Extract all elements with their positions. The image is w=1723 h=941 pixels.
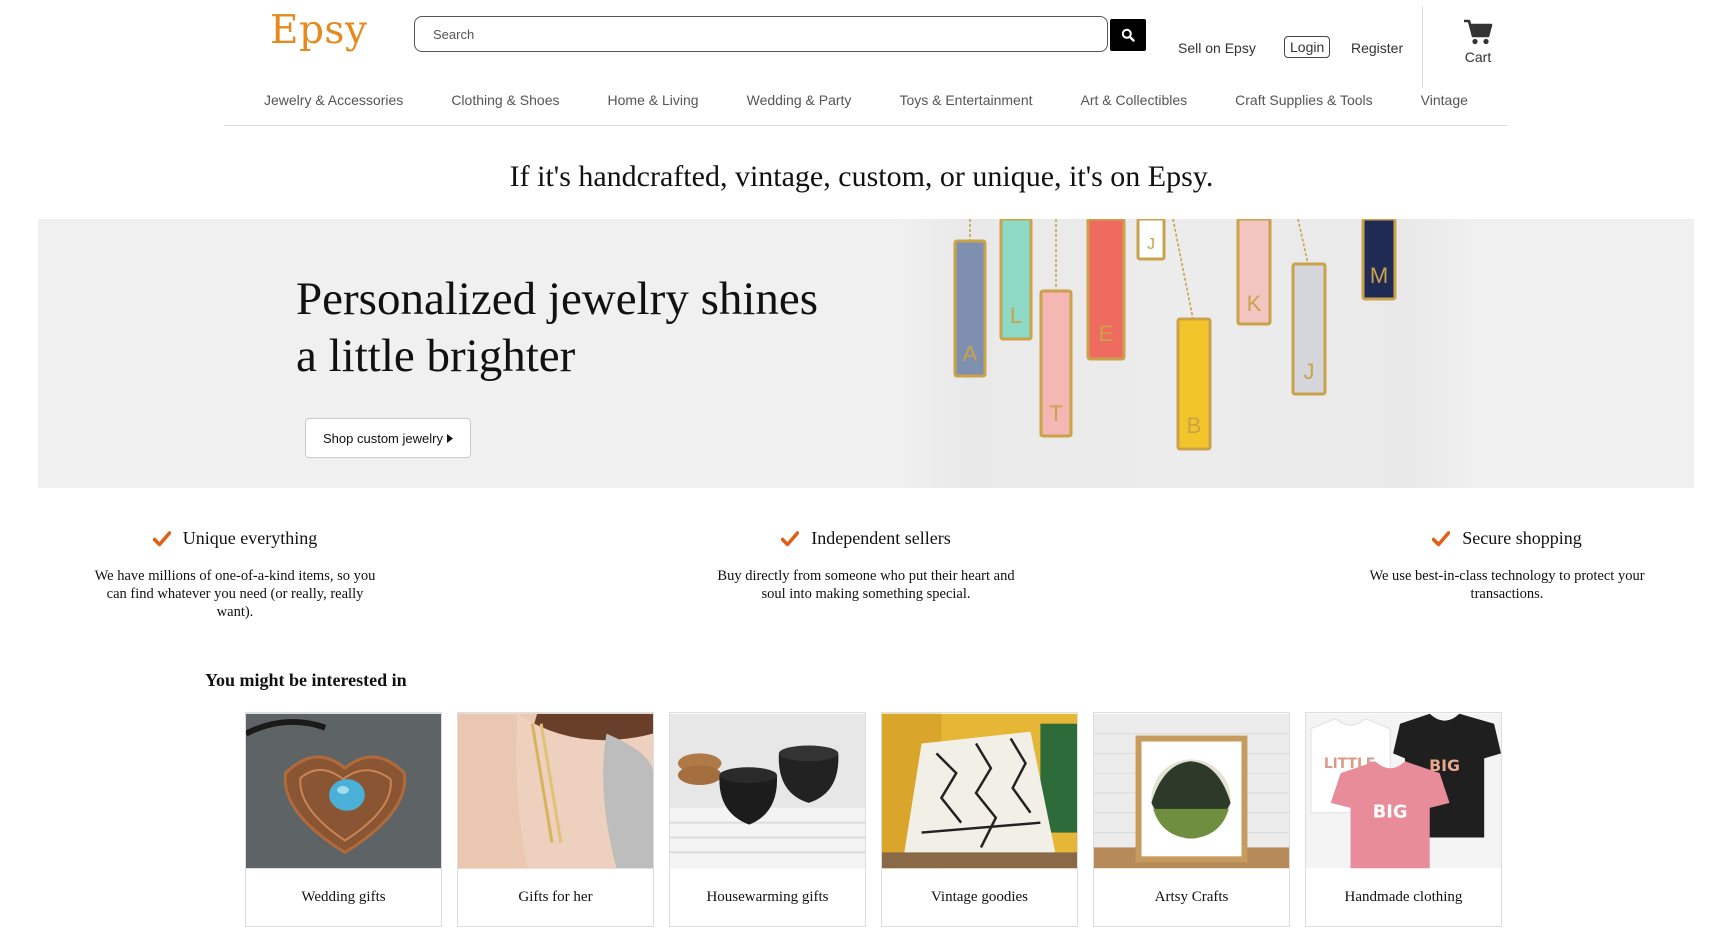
card-vintage-goodies[interactable]: Vintage goodies bbox=[881, 712, 1078, 927]
category-nav: Jewelry & Accessories Clothing & Shoes H… bbox=[224, 92, 1508, 126]
pendant-letter: K bbox=[1247, 291, 1262, 316]
category-jewelry[interactable]: Jewelry & Accessories bbox=[264, 92, 403, 125]
card-artsy-crafts[interactable]: Artsy Crafts bbox=[1093, 712, 1290, 927]
category-clothing[interactable]: Clothing & Shoes bbox=[451, 92, 559, 125]
card-label: Gifts for her bbox=[518, 889, 593, 905]
category-craft[interactable]: Craft Supplies & Tools bbox=[1235, 92, 1372, 125]
feature-text: We use best-in-class technology to prote… bbox=[1369, 568, 1645, 602]
card-label: Housewarming gifts bbox=[706, 889, 829, 905]
checkmark-icon bbox=[1432, 530, 1451, 546]
header-divider bbox=[1422, 6, 1423, 88]
logo[interactable]: Epsy bbox=[270, 8, 367, 53]
pendant-letter: A bbox=[963, 341, 978, 366]
pendant-letter: T bbox=[1049, 401, 1062, 426]
card-housewarming-gifts[interactable]: Housewarming gifts bbox=[669, 712, 866, 927]
category-vintage[interactable]: Vintage bbox=[1421, 92, 1468, 125]
category-wedding[interactable]: Wedding & Party bbox=[747, 92, 852, 125]
sell-link[interactable]: Sell on Epsy bbox=[1178, 40, 1256, 56]
feature-unique: Unique everything We have millions of on… bbox=[90, 528, 380, 621]
card-image bbox=[458, 713, 653, 869]
search-bar bbox=[414, 16, 1148, 52]
hero-banner: Personalized jewelry shines a little bri… bbox=[38, 219, 1694, 488]
feature-title: Unique everything bbox=[182, 528, 318, 548]
card-gifts-for-her[interactable]: Gifts for her bbox=[457, 712, 654, 927]
shirt-text: BIG bbox=[1373, 802, 1408, 823]
pendant-letter: E bbox=[1099, 321, 1114, 346]
search-icon bbox=[1121, 28, 1135, 42]
card-image bbox=[670, 713, 865, 869]
card-label: Handmade clothing bbox=[1344, 889, 1463, 905]
interest-cards: Wedding gifts Gifts for her Housewarming… bbox=[245, 712, 1502, 927]
card-label: Wedding gifts bbox=[301, 889, 386, 905]
pendant-letter: L bbox=[1010, 303, 1022, 328]
card-image bbox=[246, 713, 441, 869]
caret-right-icon bbox=[446, 433, 453, 443]
category-home[interactable]: Home & Living bbox=[608, 92, 699, 125]
pendant-letter: M bbox=[1370, 263, 1388, 288]
card-handmade-clothing[interactable]: LITTLE BIG BIG Handmade clothing bbox=[1305, 712, 1502, 927]
interested-heading: You might be interested in bbox=[205, 670, 407, 690]
category-toys[interactable]: Toys & Entertainment bbox=[899, 92, 1032, 125]
search-button[interactable] bbox=[1110, 19, 1146, 51]
card-label: Vintage goodies bbox=[931, 889, 1028, 905]
checkmark-icon bbox=[781, 530, 800, 546]
card-wedding-gifts[interactable]: Wedding gifts bbox=[245, 712, 442, 927]
feature-title: Secure shopping bbox=[1462, 528, 1582, 548]
feature-text: We have millions of one-of-a-kind items,… bbox=[94, 568, 376, 620]
login-button[interactable]: Login bbox=[1284, 36, 1331, 58]
card-image bbox=[882, 713, 1077, 869]
card-image bbox=[1094, 713, 1289, 869]
checkmark-icon bbox=[152, 530, 171, 546]
cart-button[interactable]: Cart bbox=[1458, 18, 1498, 65]
feature-text: Buy directly from someone who put their … bbox=[717, 568, 1015, 602]
card-image: LITTLE BIG BIG bbox=[1306, 713, 1501, 869]
feature-independent: Independent sellers Buy directly from so… bbox=[716, 528, 1016, 603]
pendant-letter: J bbox=[1147, 236, 1155, 253]
cart-label: Cart bbox=[1464, 49, 1492, 65]
category-art[interactable]: Art & Collectibles bbox=[1081, 92, 1188, 125]
card-label: Artsy Crafts bbox=[1154, 889, 1229, 905]
tagline: If it's handcrafted, vintage, custom, or… bbox=[509, 160, 1214, 193]
search-input[interactable] bbox=[414, 16, 1108, 52]
hero-jewelry-image: A L T E J B K J M bbox=[898, 219, 1478, 488]
feature-secure: Secure shopping We use best-in-class tec… bbox=[1362, 528, 1652, 603]
register-link[interactable]: Register bbox=[1351, 40, 1403, 56]
feature-title: Independent sellers bbox=[811, 528, 951, 548]
pendant-letter: J bbox=[1304, 359, 1315, 384]
shop-custom-jewelry-button[interactable]: Shop custom jewelry bbox=[305, 418, 471, 458]
hero-title: Personalized jewelry shines a little bri… bbox=[296, 273, 819, 382]
cart-icon bbox=[1464, 19, 1493, 45]
pendant-letter: B bbox=[1187, 413, 1202, 438]
